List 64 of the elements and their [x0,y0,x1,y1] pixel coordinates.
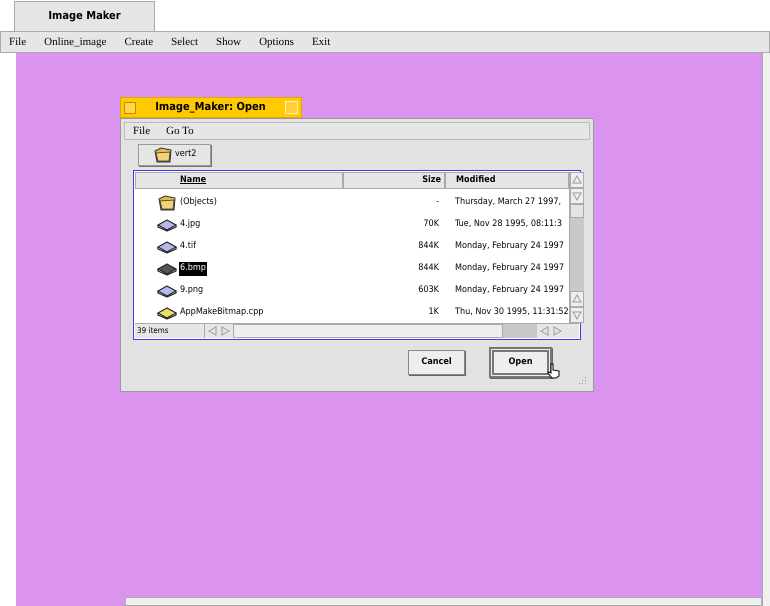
file-row[interactable]: 9.png 603K Monday, February 24 1997 [135,280,569,302]
file-modified: Monday, February 24 1997 [454,262,565,276]
file-size: 844K [417,240,440,254]
scroll-up-icon[interactable] [570,174,583,186]
scroll-thumb[interactable] [570,204,584,218]
file-row[interactable]: 6.bmp 844K Monday, February 24 1997 [135,258,569,280]
menu-item[interactable]: Create [124,34,154,50]
image-file-icon [157,262,177,276]
column-header[interactable]: Size [343,172,445,189]
horizontal-scrollbar[interactable] [125,597,762,606]
scroll-down-icon[interactable] [570,190,583,202]
file-size: 1K [428,306,440,320]
dialog-title-tab: Image_Maker: Open [120,97,302,118]
vertical-scrollbar[interactable] [568,172,584,323]
item-count: 39 items [135,324,205,338]
file-row[interactable]: 4.jpg 70K Tue, Nov 28 1995, 08:11:3 [135,214,569,236]
menu-item[interactable]: Show [216,34,242,50]
image-file-icon [157,284,177,298]
file-modified: Monday, February 24 1997 [454,240,565,254]
file-size: - [435,196,440,210]
menu-item[interactable]: Select [171,34,198,50]
menu-item[interactable]: File [9,34,26,50]
file-row[interactable]: AppMakeBitmap.cpp 1K Thu, Nov 30 1995, 11:31:52 [135,302,569,324]
menu-item[interactable]: Go To [166,122,194,140]
dialog-button[interactable]: Open [489,347,552,378]
file-modified: Thursday, March 27 1997, [454,196,562,210]
file-name: 6.bmp [179,262,207,276]
folder-icon [153,146,173,164]
file-row[interactable]: (Objects) - Thursday, March 27 1997, [135,192,569,214]
vertical-scrollbar[interactable] [762,53,770,606]
file-size: 603K [417,284,440,298]
folder-icon [157,194,177,212]
horizontal-scrollbar[interactable] [233,324,503,338]
close-box-icon[interactable] [124,102,136,114]
document-icon [157,306,177,320]
file-name: AppMakeBitmap.cpp [179,306,264,320]
scroll-right-icon[interactable] [551,325,563,337]
dialog-button[interactable]: Cancel [408,350,465,375]
menu-item[interactable]: Online_image [44,34,106,50]
column-header[interactable]: Modified [445,172,569,189]
hand-cursor-icon [547,363,561,379]
file-modified: Thu, Nov 30 1995, 11:31:52 [454,306,569,320]
file-row[interactable]: 4.tif 844K Monday, February 24 1997 [135,236,569,258]
menu-item[interactable]: Exit [312,34,330,50]
file-name: 4.jpg [179,218,202,232]
scroll-left-icon[interactable] [207,325,219,337]
menu-item[interactable]: Options [259,34,294,50]
folder-button[interactable]: vert2 [138,144,212,166]
file-name: (Objects) [179,196,218,210]
image-file-icon [157,240,177,254]
scroll-down-icon[interactable] [570,309,583,321]
scroll-right-icon[interactable] [219,325,231,337]
scroll-up-icon[interactable] [570,293,583,305]
zoom-box-icon[interactable] [285,101,298,114]
file-name: 9.png [179,284,204,298]
file-modified: Monday, February 24 1997 [454,284,565,298]
file-name: 4.tif [179,240,197,254]
file-size: 844K [417,262,440,276]
scroll-left-icon[interactable] [539,325,551,337]
menu-item[interactable]: File [133,122,150,140]
image-file-icon [157,218,177,232]
file-size: 70K [422,218,440,232]
column-header[interactable]: Name [135,172,343,189]
file-modified: Tue, Nov 28 1995, 08:11:3 [454,218,564,232]
